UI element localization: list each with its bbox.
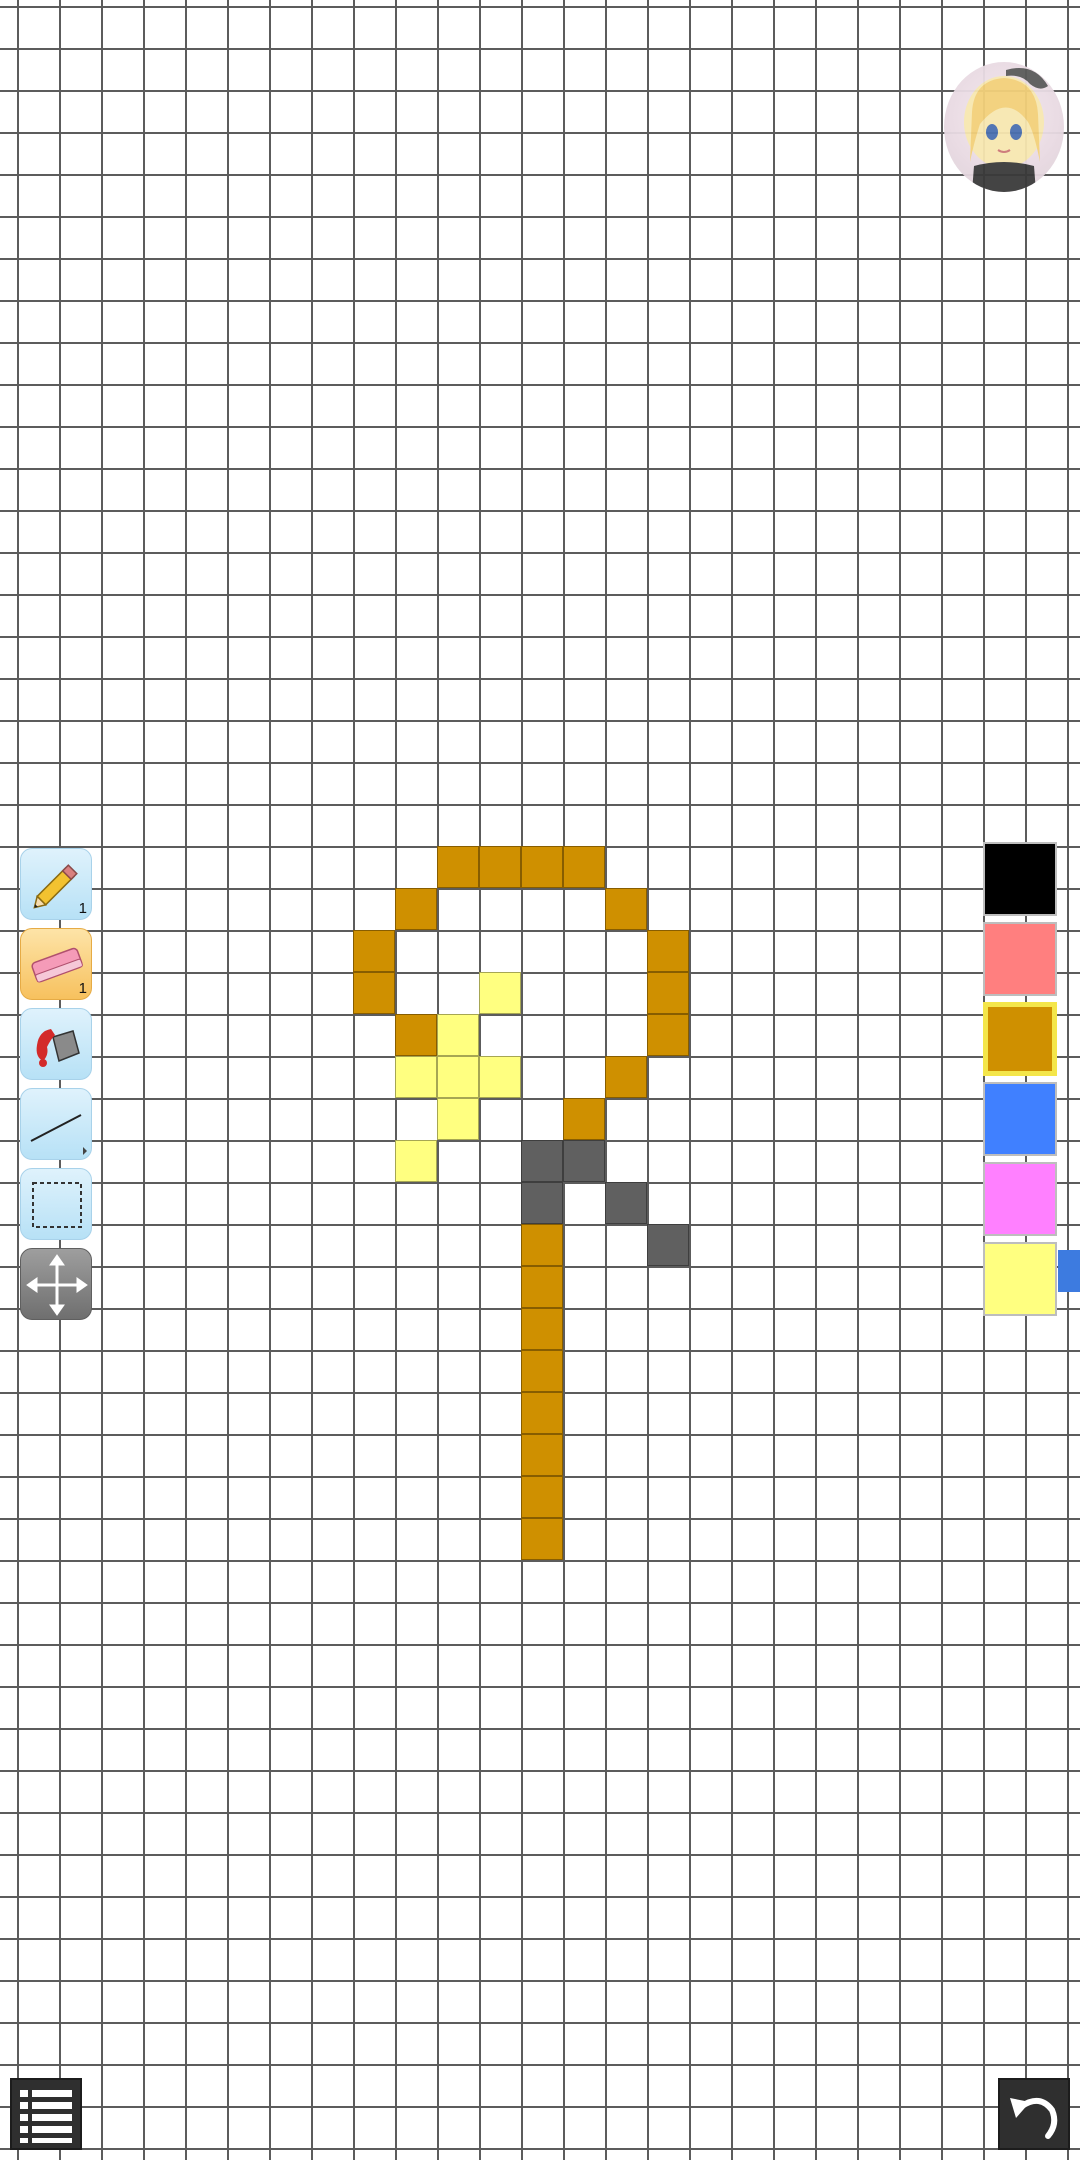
pixel-cell[interactable] <box>521 1182 563 1224</box>
menu-button[interactable] <box>10 2078 82 2150</box>
line-icon <box>30 1114 87 1155</box>
pixel-cell[interactable] <box>647 930 689 972</box>
fill-tool-button[interactable] <box>20 1008 92 1080</box>
color-swatch[interactable] <box>983 1082 1057 1156</box>
pixel-canvas[interactable] <box>0 0 1080 2160</box>
pixel-cell[interactable] <box>521 1476 563 1518</box>
pixel-cell[interactable] <box>395 1140 437 1182</box>
pixel-cell[interactable] <box>605 1182 647 1224</box>
pixel-cell[interactable] <box>395 1056 437 1098</box>
pixel-cell[interactable] <box>647 1224 689 1266</box>
pixel-cell[interactable] <box>521 1350 563 1392</box>
move-tool-button[interactable] <box>20 1248 92 1320</box>
pixel-cell[interactable] <box>395 1014 437 1056</box>
pixel-cell[interactable] <box>521 1308 563 1350</box>
pixel-cell[interactable] <box>605 1056 647 1098</box>
pencil-size-label: 1 <box>78 900 87 917</box>
pixel-cell[interactable] <box>479 1056 521 1098</box>
pixel-cell[interactable] <box>437 1098 479 1140</box>
pixel-cell[interactable] <box>647 1014 689 1056</box>
pixel-cell[interactable] <box>563 1098 605 1140</box>
pixel-cell[interactable] <box>353 972 395 1014</box>
pixel-cell[interactable] <box>521 1392 563 1434</box>
line-tool-button[interactable] <box>20 1088 92 1160</box>
select-tool-button[interactable] <box>20 1168 92 1240</box>
pixel-cell[interactable] <box>647 972 689 1014</box>
pixel-cell[interactable] <box>605 888 647 930</box>
character-avatar-icon <box>964 68 1048 192</box>
color-swatch[interactable] <box>983 1002 1057 1076</box>
pixel-cell[interactable] <box>353 930 395 972</box>
pixel-cell[interactable] <box>479 846 521 888</box>
selection-icon <box>32 1182 82 1228</box>
pixel-cell[interactable] <box>521 1518 563 1560</box>
pixel-cell[interactable] <box>563 846 605 888</box>
pixel-cell[interactable] <box>521 1140 563 1182</box>
pixel-cell[interactable] <box>479 972 521 1014</box>
color-swatch[interactable] <box>983 842 1057 916</box>
color-swatch[interactable] <box>983 922 1057 996</box>
move-arrows-icon <box>26 1254 88 1316</box>
undo-button[interactable] <box>998 2078 1070 2150</box>
pixel-cell[interactable] <box>437 1056 479 1098</box>
palette-scroll-hint[interactable] <box>1058 1250 1080 1292</box>
paint-bucket-icon <box>36 1029 80 1067</box>
pixel-cell[interactable] <box>395 888 437 930</box>
undo-icon <box>1010 2097 1058 2139</box>
pencil-tool-button[interactable]: 1 <box>20 848 92 920</box>
pixel-cell[interactable] <box>521 846 563 888</box>
eraser-size-label: 1 <box>78 980 87 997</box>
pixel-cell[interactable] <box>437 1014 479 1056</box>
pixel-cell[interactable] <box>563 1140 605 1182</box>
eraser-tool-button[interactable]: 1 <box>20 928 92 1000</box>
color-swatch[interactable] <box>983 1162 1057 1236</box>
pixel-cell[interactable] <box>521 1434 563 1476</box>
color-swatch[interactable] <box>983 1242 1057 1316</box>
pixel-cell[interactable] <box>437 846 479 888</box>
menu-list-icon <box>20 2090 72 2143</box>
avatar[interactable] <box>944 62 1064 192</box>
pixel-cell[interactable] <box>521 1266 563 1308</box>
pixel-cell[interactable] <box>521 1224 563 1266</box>
